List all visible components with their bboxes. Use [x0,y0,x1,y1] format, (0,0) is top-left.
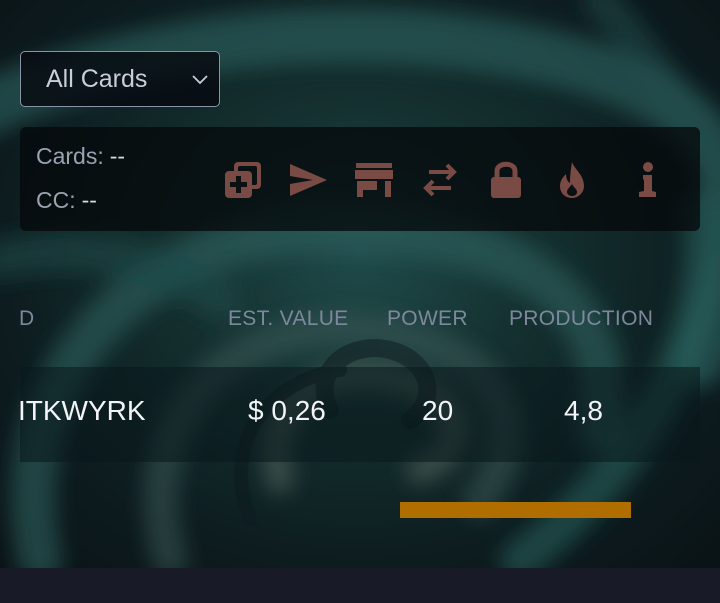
lock-button[interactable] [483,157,529,203]
send-button[interactable] [285,157,331,203]
card-filter-selected-value: All Cards [46,64,148,93]
column-header-est-value[interactable]: EST. VALUE [228,307,349,331]
add-cards-button[interactable] [220,157,266,203]
cc-label: CC: [36,187,76,213]
transfer-button[interactable] [417,157,463,203]
progress-bar-fill [400,502,631,518]
cell-card-id: ITKWYRK [18,395,146,426]
column-header-power[interactable]: POWER [387,307,468,331]
burn-icon [560,162,584,198]
market-button[interactable] [351,157,397,203]
cell-production: 4,8 [564,395,603,426]
footer-bar [0,568,720,603]
card-actions-toolbar: Cards: -- CC: -- [20,127,700,231]
progress-bar [400,502,631,518]
lock-icon [491,161,521,198]
cell-est-value: $ 0,26 [248,395,326,426]
column-header-production[interactable]: PRODUCTION [509,307,653,331]
cc-stat: CC: -- [36,187,97,214]
info-icon [639,162,656,197]
column-header-id[interactable]: D [19,307,34,331]
card-filter-select[interactable]: All Cards [20,51,220,107]
transfer-icon [423,163,457,197]
cc-value: -- [81,187,97,213]
burn-button[interactable] [549,157,595,203]
cell-power: 20 [422,395,454,426]
cards-count-label: Cards: [36,143,104,169]
send-icon [290,164,327,196]
cards-count-stat: Cards: -- [36,143,125,170]
market-icon [355,163,393,197]
cards-count-value: -- [109,143,126,169]
chevron-down-icon [192,75,208,85]
add-cards-icon [225,162,261,198]
info-button[interactable] [625,157,671,203]
